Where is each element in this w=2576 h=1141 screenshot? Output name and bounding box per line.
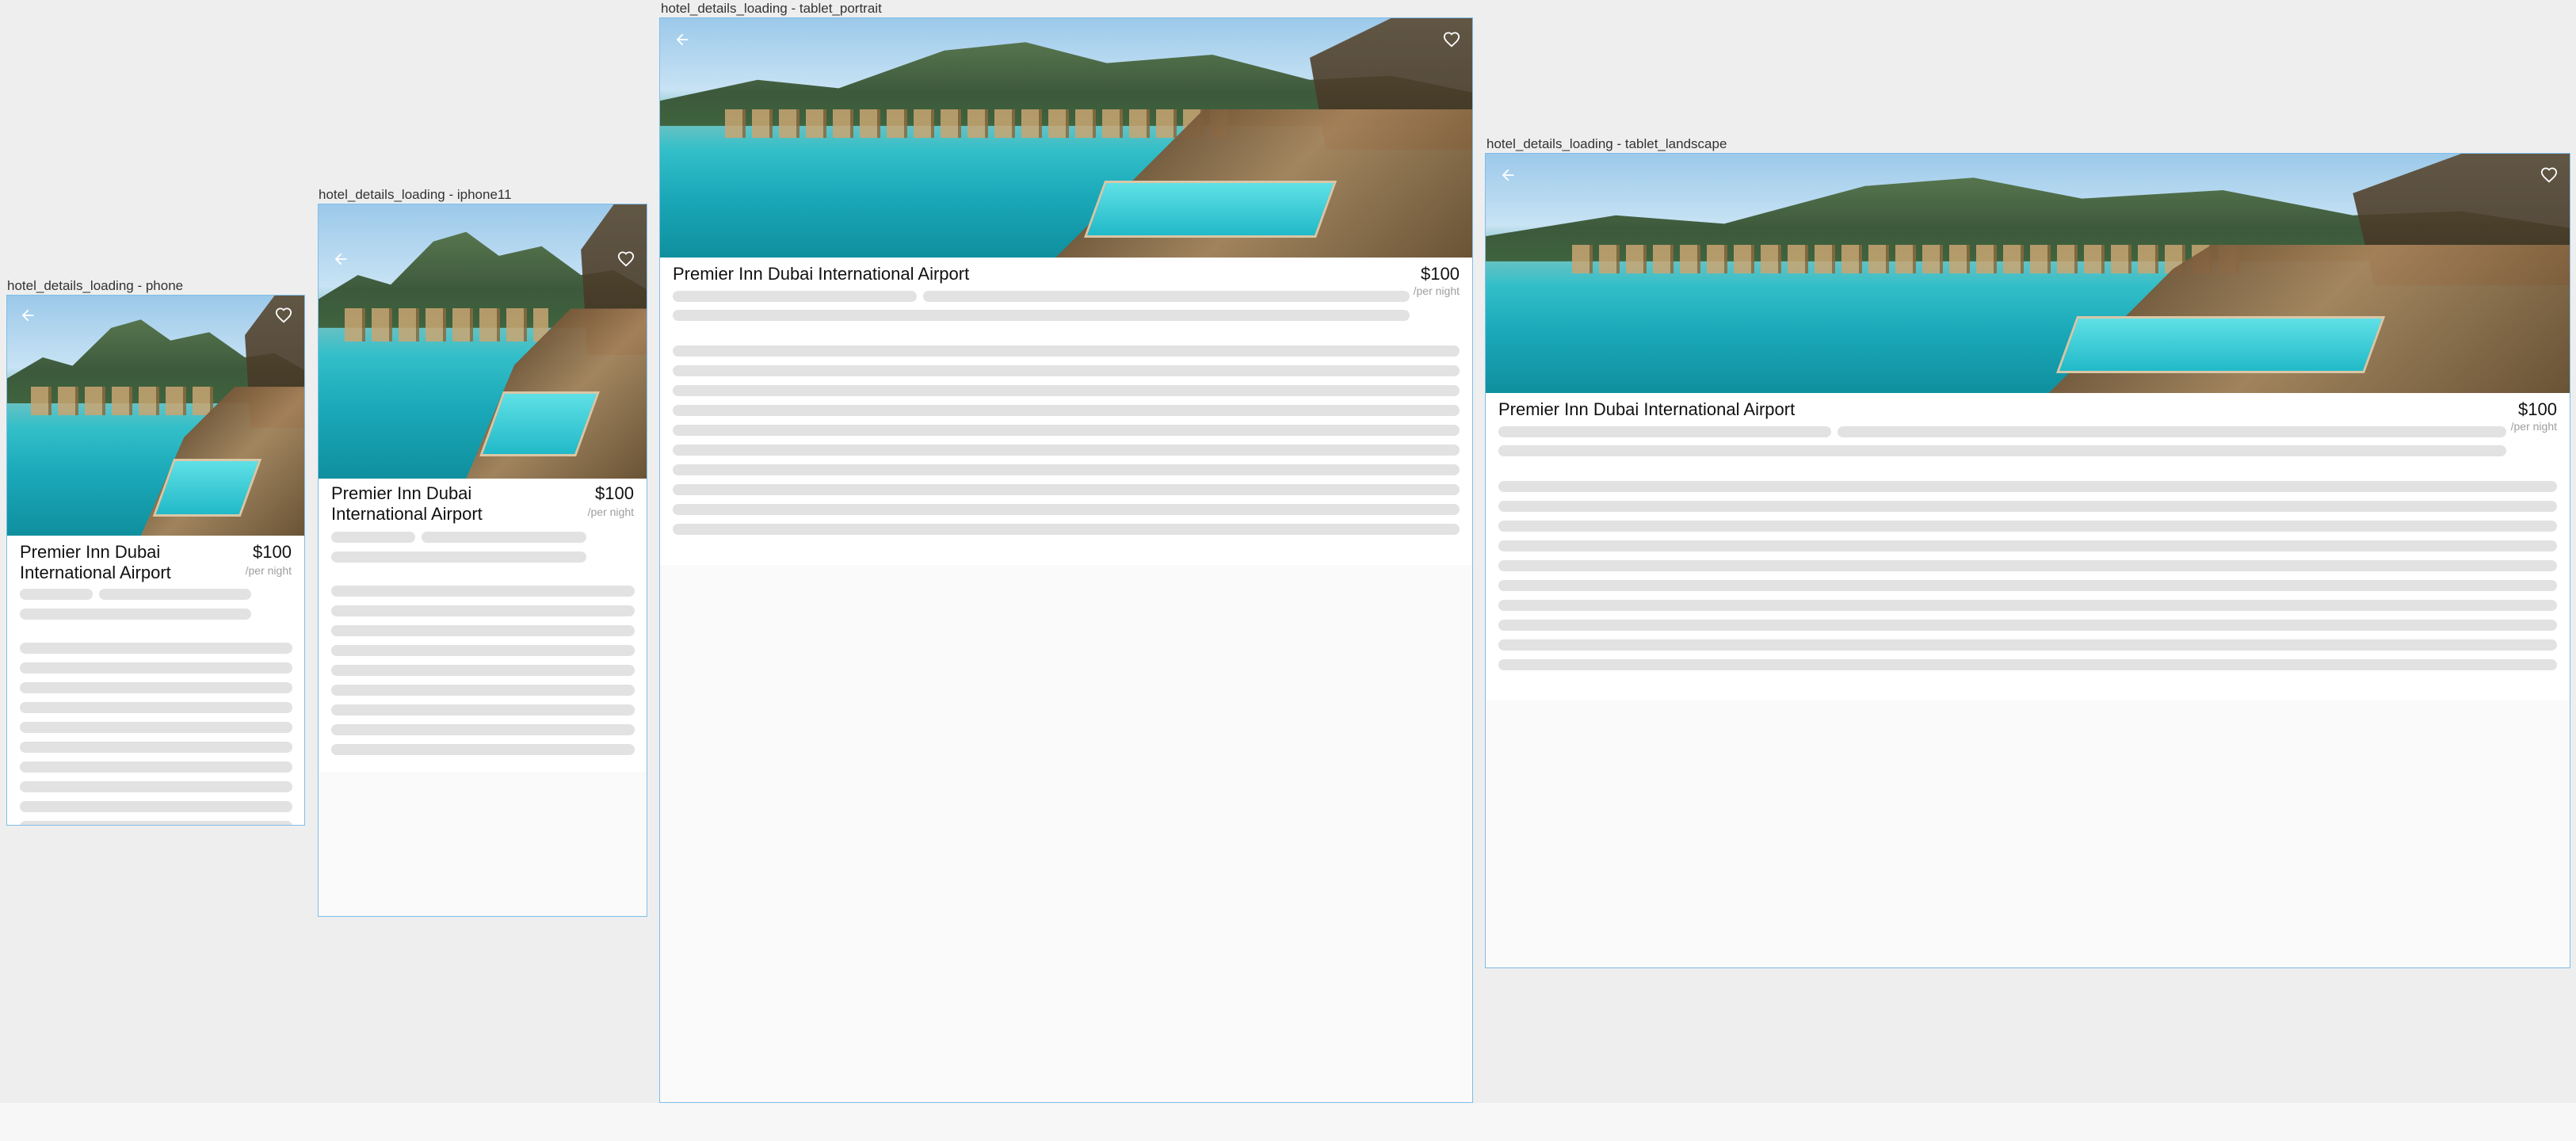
hero-image — [7, 296, 304, 536]
skeleton-line — [673, 464, 1460, 475]
heart-outline-icon[interactable] — [2538, 165, 2560, 187]
design-canvas: hotel_details_loading - phone Premier In… — [0, 0, 2576, 1103]
frame-phone: Premier Inn Dubai International Airport … — [6, 295, 305, 826]
skeleton-line — [331, 645, 635, 656]
skeleton-line — [20, 609, 251, 620]
skeleton-line — [1498, 481, 2557, 492]
hotel-name: Premier Inn Dubai International Airport — [331, 483, 483, 524]
skeleton-line — [673, 504, 1460, 515]
skeleton-line — [923, 291, 1410, 302]
hero-bungalows — [31, 387, 216, 416]
skeleton-line — [1498, 521, 2557, 532]
hero-image — [660, 18, 1472, 258]
details-content: Premier Inn Dubai International Airport … — [319, 479, 647, 772]
skeleton-line — [331, 685, 635, 696]
skeleton-line — [331, 724, 635, 735]
arrow-back-icon[interactable] — [671, 29, 693, 52]
heart-outline-icon[interactable] — [615, 249, 637, 271]
skeleton-line — [1498, 501, 2557, 512]
skeleton-line — [1838, 426, 2506, 437]
skeleton-line — [20, 801, 292, 812]
frame-label-phone: hotel_details_loading - phone — [7, 278, 184, 293]
heart-outline-icon[interactable] — [273, 305, 295, 327]
skeleton-line — [673, 405, 1460, 416]
hero-pool — [1083, 181, 1337, 239]
frame-tablet-portrait: Premier Inn Dubai International Airport … — [659, 17, 1473, 1103]
frame-label-tablet-portrait: hotel_details_loading - tablet_portrait — [661, 1, 882, 16]
skeleton-line — [20, 742, 292, 753]
canvas-bottom-strip — [0, 1103, 2576, 1141]
price: $100 — [1421, 264, 1460, 284]
details-content: Premier Inn Dubai International Airport … — [7, 536, 304, 825]
skeleton-line — [673, 425, 1460, 436]
skeleton-line — [673, 310, 1410, 321]
skeleton-line — [20, 682, 292, 693]
skeleton-line — [331, 625, 635, 636]
price: $100 — [253, 542, 292, 562]
arrow-back-icon[interactable] — [17, 305, 39, 327]
skeleton-line — [331, 532, 415, 543]
skeleton-line — [1498, 620, 2557, 631]
arrow-back-icon[interactable] — [1497, 165, 1519, 187]
frame-label-iphone11: hotel_details_loading - iphone11 — [319, 187, 512, 202]
hero-image — [1486, 154, 2570, 393]
skeleton-line — [20, 781, 292, 792]
skeleton-line — [331, 605, 635, 616]
skeleton-line — [1498, 639, 2557, 651]
hotel-name: Premier Inn Dubai International Airport — [1498, 399, 1796, 419]
frame-label-tablet-landscape: hotel_details_loading - tablet_landscape — [1486, 136, 1727, 151]
skeleton-line — [20, 761, 292, 773]
frame-iphone11: Premier Inn Dubai International Airport … — [318, 204, 647, 917]
skeleton-line — [331, 586, 635, 597]
skeleton-line — [20, 702, 292, 713]
per-night-label: /per night — [587, 506, 634, 518]
skeleton-line — [673, 524, 1460, 535]
skeleton-line — [20, 662, 292, 674]
skeleton-line — [422, 532, 586, 543]
skeleton-line — [673, 445, 1460, 456]
skeleton-line — [331, 665, 635, 676]
skeleton-line — [99, 589, 251, 600]
hero-image — [319, 204, 647, 479]
details-content: Premier Inn Dubai International Airport … — [1486, 393, 2570, 700]
per-night-label: /per night — [2510, 420, 2557, 433]
price: $100 — [595, 483, 634, 503]
skeleton-line — [673, 345, 1460, 357]
skeleton-line — [673, 484, 1460, 495]
hero-bungalows — [345, 308, 548, 342]
arrow-back-icon[interactable] — [330, 249, 352, 271]
hotel-name: Premier Inn Dubai International Airport — [673, 264, 970, 284]
skeleton-line — [673, 385, 1460, 396]
skeleton-line — [1498, 540, 2557, 551]
skeleton-line — [331, 704, 635, 716]
skeleton-line — [1498, 600, 2557, 611]
price: $100 — [2518, 399, 2557, 419]
skeleton-line — [673, 365, 1460, 376]
hero-pool — [2055, 316, 2385, 374]
skeleton-line — [20, 589, 93, 600]
per-night-label: /per night — [1413, 284, 1460, 297]
skeleton-line — [1498, 560, 2557, 571]
skeleton-line — [20, 821, 292, 825]
details-content: Premier Inn Dubai International Airport … — [660, 258, 1472, 565]
skeleton-line — [1498, 445, 2506, 456]
skeleton-line — [1498, 580, 2557, 591]
skeleton-line — [331, 744, 635, 755]
hotel-name: Premier Inn Dubai International Airport — [20, 542, 171, 582]
heart-outline-icon[interactable] — [1441, 29, 1463, 52]
per-night-label: /per night — [245, 564, 292, 577]
skeleton-line — [331, 551, 586, 563]
skeleton-line — [673, 291, 917, 302]
skeleton-line — [20, 643, 292, 654]
skeleton-line — [1498, 659, 2557, 670]
hero-bungalows — [725, 109, 1229, 138]
skeleton-line — [20, 722, 292, 733]
hero-bungalows — [1572, 244, 2245, 273]
skeleton-line — [1498, 426, 1831, 437]
frame-tablet-landscape: Premier Inn Dubai International Airport … — [1485, 153, 2570, 968]
